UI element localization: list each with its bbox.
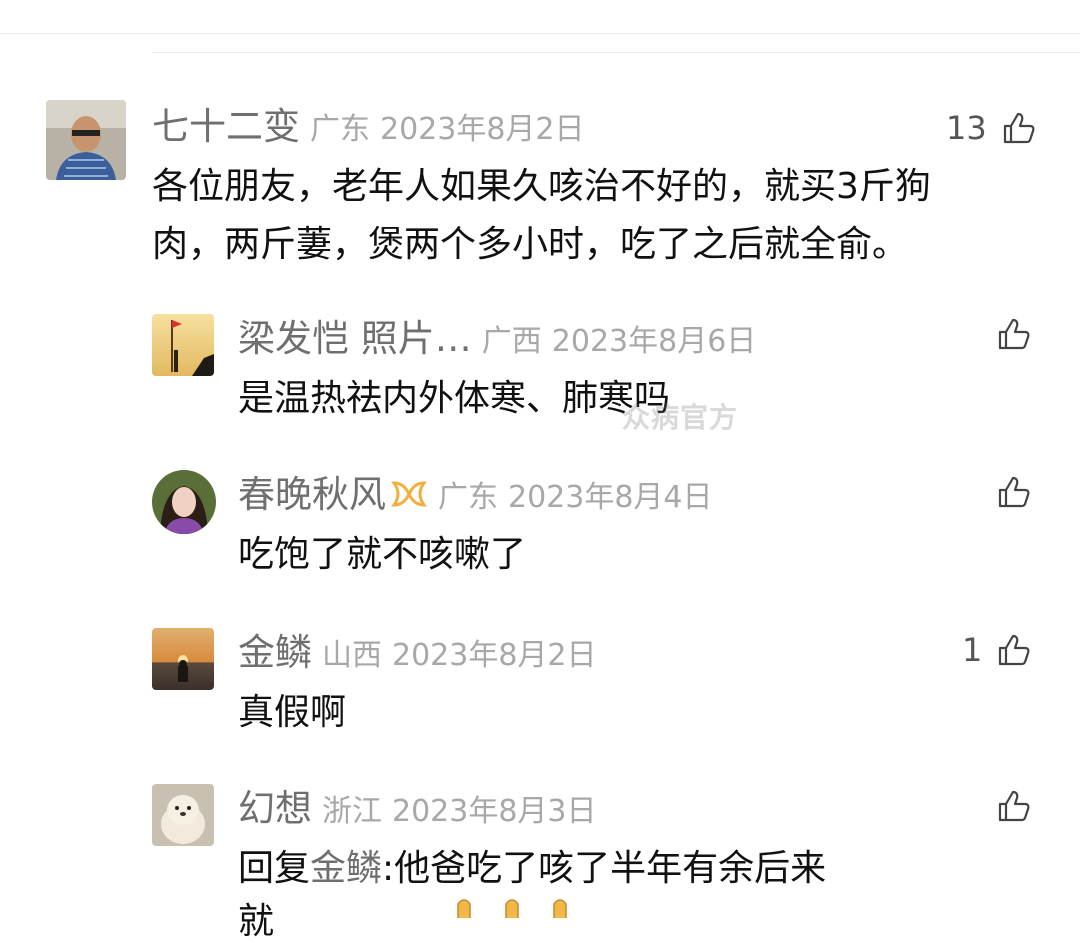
reply-target-username[interactable]: 金鳞 <box>310 848 382 889</box>
region-label: 广西 <box>481 324 542 359</box>
like-button[interactable]: 1 <box>962 630 1032 670</box>
top-divider <box>0 33 1080 34</box>
comment-meta: 金鳞 山西 2023年8月2日 <box>238 634 597 671</box>
emoji-icon <box>457 899 471 918</box>
like-button[interactable] <box>996 472 1032 512</box>
username[interactable]: 金鳞 <box>238 631 312 674</box>
region-label: 广东 <box>438 480 498 515</box>
reply-text: :他爸吃了咳了半年有余后来 <box>382 848 827 889</box>
thumbs-up-icon <box>998 318 1030 350</box>
comment-text: 是温热祛内外体寒、肺寒吗 <box>238 378 671 419</box>
region-label: 山西 <box>322 638 382 673</box>
region-label: 浙江 <box>322 794 382 829</box>
comment-date: 2023年8月6日 <box>551 324 757 359</box>
thumbs-up-icon <box>1003 112 1035 144</box>
section-divider <box>152 52 1080 53</box>
comment-date: 2023年8月3日 <box>392 794 597 829</box>
comment-date: 2023年8月2日 <box>380 112 585 147</box>
avatar[interactable] <box>46 100 126 180</box>
emoji-icon <box>505 899 519 918</box>
comment-text: 各位朋友，老年人如果久咳治不好的，就买3斤狗 肉，两斤萋，煲两个多小时，吃了之后… <box>152 158 931 274</box>
like-count: 1 <box>962 631 983 669</box>
avatar[interactable] <box>152 784 214 846</box>
like-count: 13 <box>946 109 987 147</box>
thumbs-up-icon <box>998 476 1030 508</box>
reply-prefix: 回复 <box>238 848 311 889</box>
avatar[interactable] <box>152 470 216 534</box>
comment-text: 真假啊 <box>238 692 347 733</box>
comment-meta: 幻想 浙江 2023年8月3日 <box>238 790 597 827</box>
comment-meta: 梁发恺 照片… 广西 2023年8月6日 <box>238 320 756 357</box>
username[interactable]: 幻想 <box>238 787 312 830</box>
username[interactable]: 梁发恺 照片… <box>238 317 472 360</box>
comment-text-next-line: 就 <box>238 901 275 942</box>
emoji-icon <box>553 899 567 918</box>
like-button[interactable] <box>996 786 1032 826</box>
username[interactable]: 春晚秋风 <box>238 473 386 516</box>
thumbs-up-icon <box>998 790 1030 822</box>
comment-date: 2023年8月2日 <box>392 638 597 673</box>
username[interactable]: 七十二变 <box>152 105 300 148</box>
like-button[interactable]: 13 <box>946 108 1037 148</box>
comment-text: 回复金鳞:他爸吃了咳了半年有余后来 <box>238 840 826 898</box>
thumbs-up-icon <box>999 634 1030 666</box>
comment-date: 2023年8月4日 <box>508 480 713 515</box>
vip-badge-icon <box>391 481 427 507</box>
region-label: 广东 <box>310 112 370 147</box>
comment-text: 吃饱了就不咳嗽了 <box>238 534 527 575</box>
comment-text-line: 肉，两斤萋，煲两个多小时，吃了之后就全俞。 <box>152 224 909 265</box>
avatar[interactable] <box>152 628 214 690</box>
avatar[interactable] <box>152 314 214 376</box>
watermark: 众病官方 <box>622 401 739 434</box>
comment-text-line: 各位朋友，老年人如果久咳治不好的，就买3斤狗 <box>152 166 931 207</box>
comment-meta: 七十二变 广东 2023年8月2日 <box>152 108 585 145</box>
comment-meta: 春晚秋风 广东 2023年8月4日 <box>238 476 713 513</box>
like-button[interactable] <box>996 314 1032 354</box>
